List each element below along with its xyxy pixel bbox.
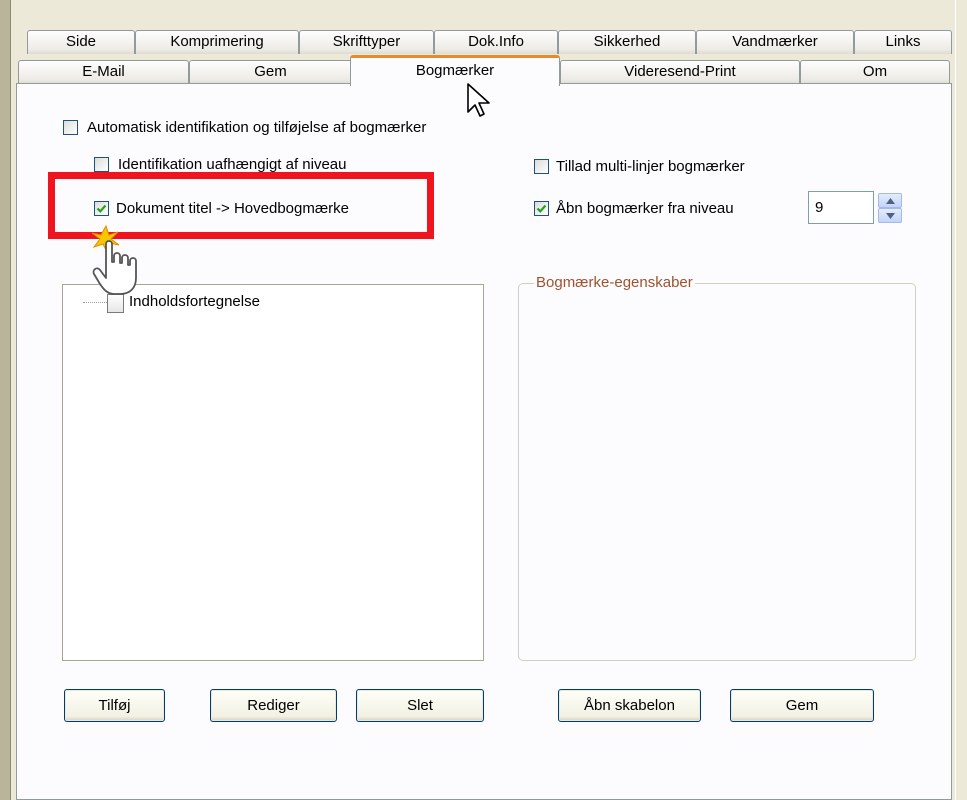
tab-e-mail[interactable]: E-Mail bbox=[18, 60, 189, 84]
checkmark-icon bbox=[536, 204, 547, 213]
delete-button[interactable]: Slet bbox=[356, 689, 484, 722]
auto-identify-checkbox[interactable] bbox=[63, 120, 78, 135]
tree-connector bbox=[83, 302, 109, 303]
tab-side[interactable]: Side bbox=[27, 30, 135, 54]
add-button[interactable]: Tilføj bbox=[64, 689, 165, 722]
save-button[interactable]: Gem bbox=[730, 689, 874, 722]
bookmark-tree[interactable]: Indholdsfortegnelse bbox=[62, 284, 484, 661]
auto-identify-label: Automatisk identifikation og tilføjelse … bbox=[87, 119, 427, 136]
bookmark-properties-group bbox=[518, 283, 916, 661]
open-level-checkbox[interactable] bbox=[534, 201, 549, 216]
open-level-label: Åbn bogmærker fra niveau bbox=[556, 200, 734, 217]
hand-cursor-icon bbox=[91, 224, 137, 295]
tab-skrifttyper[interactable]: Skrifttyper bbox=[299, 30, 434, 54]
arrow-down-icon bbox=[886, 213, 895, 219]
tab-links[interactable]: Links bbox=[854, 30, 952, 54]
tab-bogmaerker[interactable]: Bogmærker bbox=[350, 55, 560, 86]
bookmark-properties-title: Bogmærke-egenskaber bbox=[534, 274, 695, 292]
spin-up-button[interactable] bbox=[878, 193, 902, 208]
tab-dok-info[interactable]: Dok.Info bbox=[434, 30, 558, 54]
tab-om[interactable]: Om bbox=[800, 60, 950, 84]
window-left-edge bbox=[0, 0, 11, 800]
arrow-up-icon bbox=[886, 198, 895, 204]
window-right-edge bbox=[955, 0, 967, 800]
level-input[interactable] bbox=[808, 191, 874, 224]
mouse-pointer-icon bbox=[467, 83, 490, 117]
tab-komprimering[interactable]: Komprimering bbox=[135, 30, 299, 54]
multiline-checkbox[interactable] bbox=[534, 159, 549, 174]
tab-gem[interactable]: Gem bbox=[189, 60, 352, 84]
tab-videresend-print[interactable]: Videresend-Print bbox=[560, 60, 800, 84]
multiline-label: Tillad multi-linjer bogmærker bbox=[556, 158, 745, 175]
level-independent-checkbox[interactable] bbox=[94, 157, 109, 172]
edit-button[interactable]: Rediger bbox=[210, 689, 337, 722]
tree-node-label[interactable]: Indholdsfortegnelse bbox=[129, 293, 260, 311]
open-template-button[interactable]: Åbn skabelon bbox=[558, 689, 701, 722]
spin-down-button[interactable] bbox=[878, 208, 902, 223]
tab-vandmaerker[interactable]: Vandmærker bbox=[696, 30, 854, 54]
tab-sikkerhed[interactable]: Sikkerhed bbox=[558, 30, 696, 54]
